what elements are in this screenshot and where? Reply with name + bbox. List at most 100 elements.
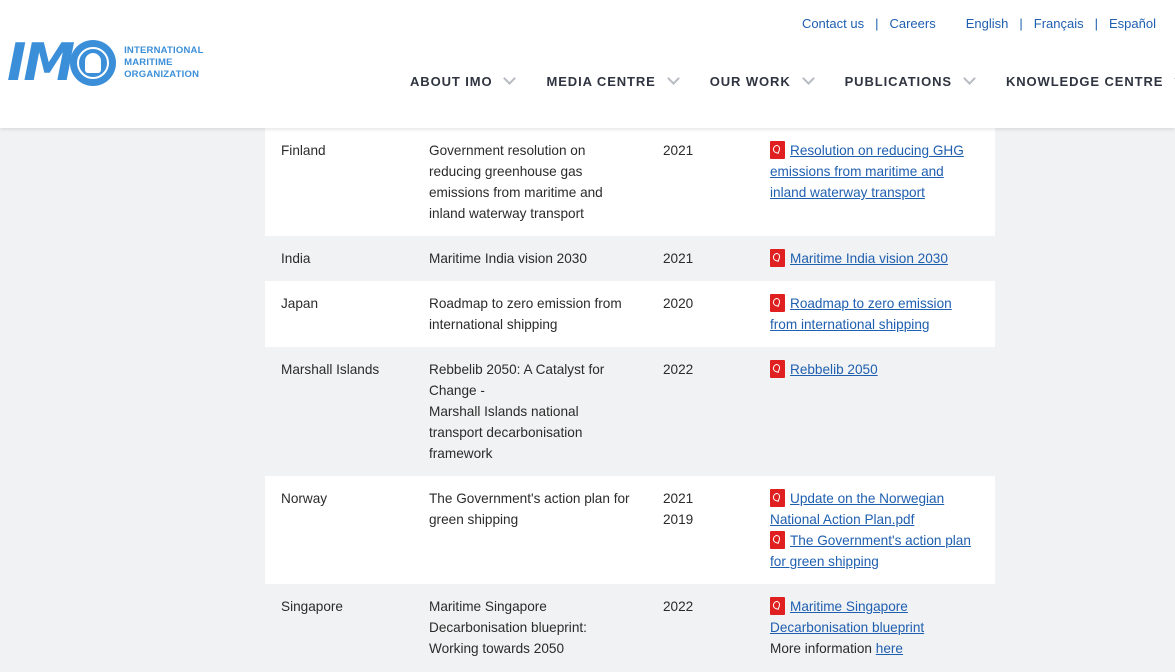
chevron-down-icon (666, 72, 680, 85)
document-cell: Rebbelib 2050 (770, 359, 980, 380)
year-value: 2019 (663, 512, 694, 527)
document-link-wrapper: Maritime India vision 2030 (770, 248, 980, 269)
nav-knowledge-centre[interactable]: KNOWLEDGE CENTRE (1005, 72, 1175, 89)
year-cell: 2021 (663, 248, 743, 269)
title-line: The Government's action plan for green s… (429, 491, 630, 527)
year-cell: 2021 (663, 140, 743, 161)
document-link[interactable]: Roadmap to zero emission from internatio… (770, 296, 952, 332)
nav-label: OUR WORK (709, 73, 791, 89)
document-link[interactable]: The Government's action plan for green s… (770, 533, 971, 569)
site-header: Contact us | Careers English | Français … (0, 0, 1175, 128)
document-link-wrapper: Maritime Singapore Decarbonisation bluep… (770, 596, 980, 638)
document-link[interactable]: Resolution on reducing GHG emissions fro… (770, 143, 964, 200)
document-link-wrapper: Rebbelib 2050 (770, 359, 980, 380)
table-row: Marshall Islands Rebbelib 2050: A Cataly… (265, 347, 995, 476)
pdf-icon (770, 360, 785, 378)
nav-label: KNOWLEDGE CENTRE (1005, 73, 1164, 89)
nav-media-centre[interactable]: MEDIA CENTRE (546, 72, 680, 89)
nav-label: MEDIA CENTRE (546, 73, 656, 89)
more-information: More information here (770, 641, 903, 656)
year-value: 2020 (663, 296, 694, 311)
document-link[interactable]: Maritime India vision 2030 (790, 251, 948, 266)
document-cell: Resolution on reducing GHG emissions fro… (770, 140, 980, 203)
pdf-icon (770, 531, 785, 549)
document-link-wrapper: Update on the Norwegian National Action … (770, 488, 980, 530)
document-cell: Maritime India vision 2030 (770, 248, 980, 269)
document-cell: Update on the Norwegian National Action … (770, 488, 980, 572)
title-line: Rebbelib 2050: A Catalyst for Change - (429, 362, 605, 398)
table-row: Singapore Maritime Singapore Decarbonisa… (265, 584, 995, 672)
country-cell: Norway (281, 491, 328, 506)
un-seal-icon (70, 40, 117, 86)
pdf-icon (770, 489, 785, 507)
chevron-down-icon (963, 72, 976, 85)
logo-text-line: INTERNATIONAL (124, 45, 204, 56)
title-line: Maritime Singapore Decarbonisation bluep… (429, 599, 587, 656)
title-line: Government resolution on reducing greenh… (429, 143, 603, 221)
language-english-link[interactable]: English (966, 16, 1009, 31)
logo-text-line: MARITIME (124, 57, 173, 68)
year-cell: 2020 (663, 293, 743, 314)
country-cell: Finland (281, 143, 326, 158)
title-cell: Maritime Singapore Decarbonisation bluep… (429, 596, 634, 659)
country-cell: India (281, 251, 311, 266)
title-cell: The Government's action plan for green s… (429, 488, 634, 530)
table-row: India Maritime India vision 2030 2021 Ma… (265, 236, 995, 281)
document-link[interactable]: Rebbelib 2050 (790, 362, 878, 377)
chevron-down-icon (801, 72, 815, 85)
country-cell: Japan (281, 296, 319, 311)
chevron-down-icon (503, 72, 517, 85)
year-value: 2021 (663, 143, 694, 158)
utility-separator: | (1094, 15, 1099, 31)
more-information-label: More information (770, 641, 872, 656)
year-cell: 2022 (663, 359, 743, 380)
language-spanish-link[interactable]: Español (1109, 16, 1156, 31)
nav-our-work[interactable]: OUR WORK (709, 72, 815, 89)
year-cell: 2022 (663, 596, 743, 617)
language-french-link[interactable]: Français (1034, 16, 1084, 31)
title-cell: Rebbelib 2050: A Catalyst for Change - M… (429, 359, 634, 464)
imo-logo[interactable]: IM INTERNATIONAL MARITIME ORGANIZATION (7, 33, 204, 93)
utility-separator: | (1019, 15, 1023, 31)
utility-separator: | (875, 15, 879, 31)
year-cell: 2021 2019 (663, 488, 743, 530)
logo-text: INTERNATIONAL MARITIME ORGANIZATION (124, 45, 203, 81)
table-row: Finland Government resolution on reducin… (265, 128, 995, 236)
title-cell: Maritime India vision 2030 (429, 248, 634, 269)
imo-logo-mark: IM (7, 33, 117, 93)
title-line: Maritime India vision 2030 (429, 251, 587, 266)
nav-publications[interactable]: PUBLICATIONS (844, 72, 976, 89)
main-nav: ABOUT IMO MEDIA CENTRE OUR WORK PUBLICAT… (410, 72, 1175, 90)
pdf-icon (770, 249, 785, 267)
document-cell: Roadmap to zero emission from internatio… (770, 293, 980, 335)
year-value: 2022 (663, 362, 694, 377)
document-cell: Maritime Singapore Decarbonisation bluep… (770, 596, 980, 659)
year-value: 2021 (663, 251, 694, 266)
title-line: Roadmap to zero emission from internatio… (429, 296, 622, 332)
nav-label: ABOUT IMO (410, 73, 493, 89)
year-value: 2021 (663, 491, 694, 506)
country-cell: Singapore (281, 599, 343, 614)
utility-nav: Contact us | Careers English | Français … (802, 15, 1156, 31)
country-cell: Marshall Islands (281, 362, 380, 377)
title-cell: Roadmap to zero emission from internatio… (429, 293, 634, 335)
more-information-link[interactable]: here (876, 641, 903, 656)
careers-link[interactable]: Careers (889, 16, 935, 31)
pdf-icon (770, 294, 785, 312)
nav-label: PUBLICATIONS (844, 73, 952, 89)
document-link-wrapper: Resolution on reducing GHG emissions fro… (770, 140, 980, 203)
nav-about-imo[interactable]: ABOUT IMO (410, 72, 517, 89)
year-value: 2022 (663, 599, 694, 614)
title-line: Marshall Islands national transport deca… (429, 404, 583, 461)
logo-text-line: ORGANIZATION (124, 69, 200, 80)
table-row: Japan Roadmap to zero emission from inte… (265, 281, 995, 347)
logo-letters: IM (7, 33, 75, 93)
document-link[interactable]: Update on the Norwegian National Action … (770, 491, 944, 527)
document-link[interactable]: Maritime Singapore Decarbonisation bluep… (770, 599, 924, 635)
table-row: Norway The Government's action plan for … (265, 476, 995, 584)
document-link-wrapper: Roadmap to zero emission from internatio… (770, 293, 980, 335)
pdf-icon (770, 141, 785, 159)
document-link-wrapper: The Government's action plan for green s… (770, 530, 980, 572)
contact-us-link[interactable]: Contact us (802, 16, 864, 31)
title-cell: Government resolution on reducing greenh… (429, 140, 634, 224)
